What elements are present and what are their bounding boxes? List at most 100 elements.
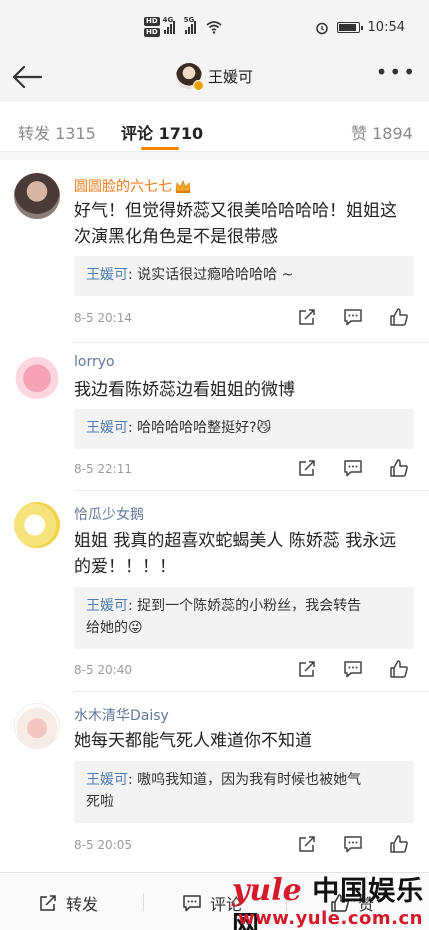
watermark-yule: yule (232, 873, 302, 908)
repost-icon[interactable] (297, 659, 317, 679)
comment-time: 8-5 20:40 (74, 663, 132, 677)
cat-emoji-icon: 😼 (256, 420, 272, 436)
comment-time: 8-5 20:14 (74, 311, 132, 325)
comment-text: 姐姐 我真的超喜欢蛇蝎美人 陈娇蕊 我永远 的爱！！！！ (74, 528, 414, 580)
tab-likes[interactable]: 赞 1894 (351, 120, 413, 144)
reply-box[interactable]: 王媛可: 哈哈哈哈哈整挺好?😼 (74, 409, 414, 449)
status-right: 10:54 (315, 20, 405, 35)
verified-badge-icon (193, 80, 204, 91)
repost-label: 转发 (66, 895, 99, 914)
active-tab-indicator (141, 147, 179, 150)
reply-text: : 嗷呜我知道，因为我有时候也被她气 (128, 772, 362, 788)
comment-actions (297, 659, 409, 679)
repost-button[interactable]: 转发 (38, 891, 98, 915)
comment-author[interactable]: lorryo (74, 354, 115, 370)
comment-text-line: 她每天都能气死人难道你不知道 (74, 731, 312, 751)
avatar[interactable] (14, 353, 60, 399)
battery-icon (336, 22, 363, 33)
reply-text: : 说实话很过瘾哈哈哈哈 ~ (128, 267, 294, 283)
comment-text-line: 次演黑化角色是不是很带感 (74, 227, 278, 247)
section-divider (0, 152, 429, 160)
repost-icon[interactable] (297, 834, 317, 854)
header-user[interactable]: 王媛可 (176, 63, 254, 91)
comment-actions (297, 307, 409, 327)
comment-author[interactable]: 水木清华Daisy (74, 705, 169, 725)
tab-comments-count: 1710 (158, 124, 204, 143)
tab-reposts-count: 1315 (55, 124, 96, 143)
hd-label-2: HD (144, 28, 160, 37)
tab-likes-label: 赞 (351, 124, 368, 143)
tab-comments-label: 评论 (121, 124, 154, 143)
comment-divider (74, 342, 429, 343)
comment-text-line: 姐姐 我真的超喜欢蛇蝎美人 陈娇蕊 我永远 (74, 531, 397, 551)
repost-icon[interactable] (297, 458, 317, 478)
more-icon[interactable]: ••• (376, 62, 417, 82)
signal-5g-icon: 5G (184, 16, 196, 34)
comment-icon (183, 895, 201, 912)
alarm-icon (315, 22, 328, 34)
comment-text-line: 我边看陈娇蕊边看姐姐的微博 (74, 380, 295, 400)
reply-author[interactable]: 王媛可 (86, 267, 128, 283)
status-bar: HD HD 4G 5G 10:54 (0, 0, 429, 52)
avatar[interactable] (14, 703, 60, 749)
comment-text: 我边看陈娇蕊边看姐姐的微博 (74, 377, 414, 403)
comment-actions (297, 834, 409, 854)
comment-icon[interactable] (343, 659, 363, 679)
network-indicators: HD HD 4G 5G (144, 16, 222, 37)
tab-reposts-label: 转发 (18, 124, 51, 143)
reply-author[interactable]: 王媛可 (86, 598, 128, 614)
tab-bar: 转发 1315 评论 1710 赞 1894 (0, 102, 429, 152)
comment-text-line: 好气！但觉得娇蕊又很美哈哈哈哈！姐姐这 (74, 201, 397, 221)
tab-reposts[interactable]: 转发 1315 (18, 120, 96, 144)
reply-author[interactable]: 王媛可 (86, 772, 128, 788)
comment-text: 她每天都能气死人难道你不知道 (74, 728, 414, 754)
hd-icon: HD HD (144, 17, 160, 37)
comment-text-line: 的爱！！！！ (74, 557, 176, 577)
reply-text: 死啦 (86, 794, 114, 810)
watermark-url: www.yule.com.cn (238, 908, 423, 929)
repost-icon[interactable] (297, 307, 317, 327)
reply-box[interactable]: 王媛可: 捉到一个陈娇蕊的小粉丝，我会转告 给她的😜 (74, 587, 414, 649)
comment-time: 8-5 20:05 (74, 838, 132, 852)
avatar[interactable] (14, 502, 60, 548)
repost-icon (40, 895, 56, 911)
tab-likes-count: 1894 (372, 124, 413, 143)
network-4g-label: 4G (162, 16, 174, 24)
wink-emoji-icon: 😜 (128, 620, 143, 636)
avatar[interactable] (14, 173, 60, 219)
network-5g-label: 5G (183, 16, 195, 24)
wifi-icon (206, 21, 222, 34)
avatar[interactable] (176, 63, 204, 91)
comment-author-name: 圆圆脸的六七七 (74, 179, 172, 195)
back-arrow-icon[interactable] (10, 64, 44, 90)
comment-icon[interactable] (343, 458, 363, 478)
reply-box[interactable]: 王媛可: 嗷呜我知道，因为我有时候也被她气 死啦 (74, 761, 414, 823)
reply-text: : 捉到一个陈娇蕊的小粉丝，我会转告 (128, 598, 362, 614)
bar-divider (143, 893, 144, 911)
nav-header: 王媛可 ••• (0, 52, 429, 102)
comment-actions (297, 458, 409, 478)
like-icon[interactable] (389, 458, 409, 478)
reply-text: : 哈哈哈哈哈整挺好? (128, 420, 257, 436)
comment-divider (74, 490, 429, 491)
comment-author[interactable]: 圆圆脸的六七七 (74, 176, 191, 196)
signal-4g-icon: 4G (163, 16, 175, 34)
tab-comments[interactable]: 评论 1710 (121, 120, 203, 144)
comment-divider (74, 691, 429, 692)
vip-crown-icon (175, 180, 191, 193)
like-icon[interactable] (389, 834, 409, 854)
like-icon[interactable] (389, 307, 409, 327)
header-username: 王媛可 (208, 67, 254, 86)
comment-text: 好气！但觉得娇蕊又很美哈哈哈哈！姐姐这 次演黑化角色是不是很带感 (74, 198, 414, 250)
comment-icon[interactable] (343, 307, 363, 327)
comment-time: 8-5 22:11 (74, 462, 132, 476)
like-icon[interactable] (389, 659, 409, 679)
comment-author[interactable]: 恰瓜少女鹅 (74, 504, 144, 524)
reply-box[interactable]: 王媛可: 说实话很过瘾哈哈哈哈 ~ (74, 256, 414, 296)
clock: 10:54 (367, 20, 405, 35)
reply-author[interactable]: 王媛可 (86, 420, 128, 436)
reply-text: 给她的 (86, 620, 128, 636)
comment-icon[interactable] (343, 834, 363, 854)
site-watermark: yule 中国娱乐网 www.yule.com.cn (232, 874, 429, 930)
hd-label-1: HD (144, 17, 160, 26)
